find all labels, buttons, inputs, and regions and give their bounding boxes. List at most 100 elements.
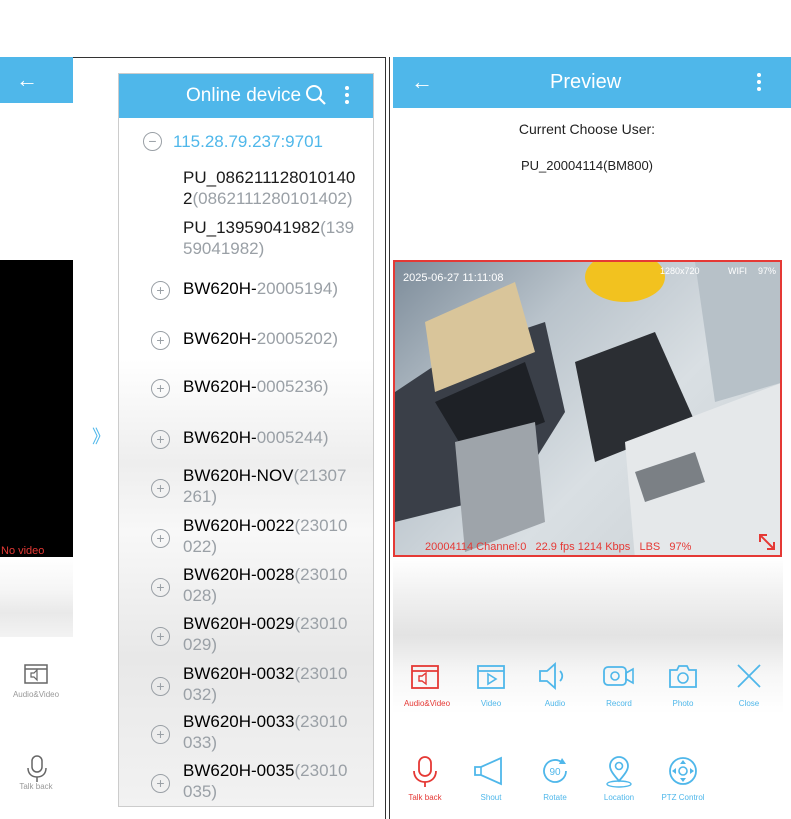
device-item[interactable]: + BW620H-0032(23010 032): [151, 663, 373, 705]
current-user-label: Current Choose User:: [518, 121, 656, 137]
expand-icon: +: [151, 479, 170, 498]
device-item[interactable]: + BW620H-0029(23010 029): [151, 613, 373, 655]
preview-title: Preview: [550, 71, 622, 93]
device-id: 261): [183, 487, 218, 506]
photo-button[interactable]: Photo: [653, 661, 713, 717]
device-id: (23010: [294, 516, 348, 535]
device-item[interactable]: + BW620H-0005236): [151, 376, 373, 400]
device-name: PU_086211128010140: [183, 168, 356, 187]
photo-label: Photo: [672, 699, 694, 708]
expand-icon: +: [151, 774, 170, 793]
device-id: 20005202): [256, 329, 338, 348]
search-icon[interactable]: [305, 84, 327, 106]
device-name: BW620H-: [183, 279, 257, 298]
expand-icon: +: [151, 281, 170, 300]
talk-back-label: Talk back: [408, 793, 442, 802]
device-item[interactable]: PU_086211128010140 2(0862111280101402): [183, 167, 373, 209]
device-id: 0005236): [256, 377, 329, 396]
audio-video-label: Audio&Video: [12, 690, 60, 699]
device-name: PU_13959041982: [183, 218, 321, 237]
online-device-header: Online device: [119, 74, 373, 118]
device-name: BW620H-0032: [183, 664, 295, 683]
back-arrow-icon[interactable]: ←: [16, 67, 38, 93]
audio-video-button[interactable]: Audio&Video: [10, 660, 66, 720]
audio-video-label: Audio&Video: [403, 699, 451, 708]
middle-panel: Online device − 115.28.79.237:9701 PU_08…: [118, 73, 374, 807]
ptz-icon: [669, 757, 697, 785]
video-icon: [477, 665, 505, 689]
device-item[interactable]: + BW620H-0022(23010 022): [151, 515, 373, 557]
location-label: Location: [603, 793, 635, 802]
collapse-icon: −: [143, 132, 162, 151]
divider: [389, 57, 390, 819]
device-id: (139: [320, 218, 355, 237]
device-item[interactable]: + BW620H-20005194): [151, 278, 373, 302]
more-menu-icon[interactable]: [757, 73, 761, 93]
record-label: Record: [606, 699, 632, 708]
device-item[interactable]: + BW620H-0028(23010 028): [151, 564, 373, 606]
device-id: 029): [183, 635, 218, 654]
divider: [385, 57, 386, 819]
device-id: (23010: [294, 565, 348, 584]
audio-video-icon: [411, 665, 439, 689]
device-name: BW620H-: [183, 428, 257, 447]
back-arrow-icon[interactable]: ←: [411, 69, 433, 95]
audio-label: Audio: [544, 699, 566, 708]
expand-icon: +: [151, 677, 170, 696]
audio-video-icon: [24, 664, 48, 684]
device-item[interactable]: + BW620H-NOV(21307 261): [151, 465, 373, 507]
device-id: 0005244): [256, 428, 329, 447]
ptz-control-label: PTZ Control: [661, 793, 705, 802]
device-id: 022): [183, 537, 218, 556]
device-item[interactable]: PU_13959041982(139 59041982): [183, 217, 373, 259]
device-id: (21307: [293, 466, 347, 485]
audio-video-button[interactable]: Audio&Video: [397, 661, 457, 717]
device-item[interactable]: + BW620H-0035(23010 035): [151, 760, 373, 802]
video-button[interactable]: Video: [461, 661, 521, 717]
device-id: 032): [183, 685, 218, 704]
video-label: Video: [480, 699, 502, 708]
talk-back-button[interactable]: Talk back: [10, 754, 66, 814]
video-battery: 97%: [758, 266, 777, 276]
video-wifi: WIFI: [728, 266, 747, 276]
microphone-icon: [27, 755, 47, 782]
device-name: BW620H-0035: [183, 761, 295, 780]
rotate-icon: 90: [543, 758, 567, 783]
audio-button[interactable]: Audio: [525, 661, 585, 717]
camera-icon: [669, 665, 697, 688]
device-id: 20005194): [256, 279, 338, 298]
device-id: 59041982): [183, 239, 265, 258]
more-menu-icon[interactable]: [345, 86, 349, 106]
megaphone-icon: [474, 756, 502, 786]
ink-background: [0, 557, 73, 637]
location-button[interactable]: Location: [589, 755, 649, 815]
expand-icon: +: [151, 430, 170, 449]
camera-scene: [395, 262, 780, 555]
shout-label: Shout: [480, 793, 502, 802]
ptz-control-button[interactable]: PTZ Control: [653, 755, 713, 815]
close-button[interactable]: Close: [719, 661, 779, 717]
expand-icon: +: [151, 627, 170, 646]
device-name: BW620H-0033: [183, 712, 295, 731]
device-id: (23010: [294, 712, 348, 731]
current-user: PU_20004114(BM800): [520, 158, 653, 173]
expand-icon: +: [151, 725, 170, 744]
rotate-button[interactable]: 90 Rotate: [525, 755, 585, 815]
device-item[interactable]: + BW620H-20005202): [151, 328, 373, 352]
talk-back-button[interactable]: Talk back: [395, 755, 455, 815]
device-item[interactable]: + BW620H-0033(23010 033): [151, 711, 373, 753]
location-icon: [606, 756, 632, 788]
microphone-icon: [413, 756, 437, 787]
divider: [73, 57, 386, 58]
video-area: No video: [0, 260, 73, 557]
fullscreen-icon[interactable]: [757, 532, 777, 552]
online-device-title: Online device: [186, 85, 302, 106]
expand-icon: +: [151, 529, 170, 548]
device-item[interactable]: + BW620H-0005244): [151, 427, 373, 451]
shout-button[interactable]: Shout: [461, 755, 521, 815]
expand-icon: +: [151, 578, 170, 597]
video-preview[interactable]: 2025-06-27 11:11:08 1280x720 WIFI 97% 20…: [393, 260, 782, 557]
record-button[interactable]: Record: [589, 661, 649, 717]
close-label: Close: [738, 699, 760, 708]
server-row[interactable]: − 115.28.79.237:9701: [143, 130, 373, 154]
